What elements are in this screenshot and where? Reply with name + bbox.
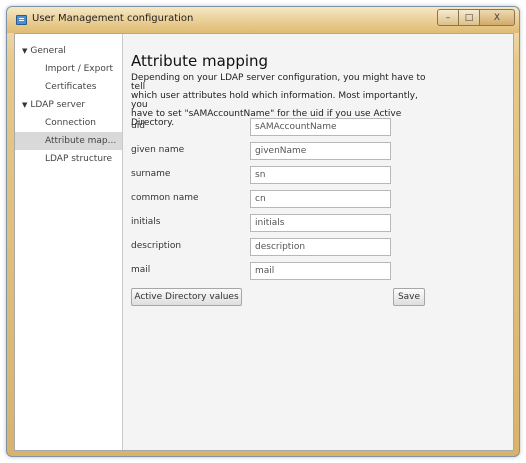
app-icon: [16, 15, 27, 25]
description-line: Depending on your LDAP server configurat…: [131, 73, 426, 92]
expand-arrow-icon[interactable]: ▼: [22, 96, 27, 114]
active-directory-values-button[interactable]: Active Directory values: [131, 288, 242, 306]
app-window: User Management configuration – □ X ▼ Gen…: [6, 6, 520, 457]
tree-item-general[interactable]: ▼ General: [15, 42, 122, 60]
form-row-description: description description: [131, 238, 393, 256]
description-line: which user attributes hold which informa…: [131, 91, 418, 110]
tree-item-ldap-server[interactable]: ▼ LDAP server: [15, 96, 122, 114]
surname-field[interactable]: sn: [250, 166, 391, 184]
tree-item-attribute-mapping[interactable]: Attribute map...: [15, 132, 122, 150]
tree-item-label: General: [30, 46, 66, 56]
form-row-uid: uid sAMAccountName: [131, 118, 393, 136]
uid-field[interactable]: sAMAccountName: [250, 118, 391, 136]
mail-field[interactable]: mail: [250, 262, 391, 280]
field-label: common name: [131, 193, 199, 203]
description-field[interactable]: description: [250, 238, 391, 256]
tree-item-ldap-structure[interactable]: LDAP structure: [15, 150, 122, 168]
given-name-field[interactable]: givenName: [250, 142, 391, 160]
window-controls: – □ X: [437, 9, 515, 26]
form-row-mail: mail mail: [131, 262, 393, 280]
field-label: description: [131, 241, 182, 251]
tree-item-import-export[interactable]: Import / Export: [15, 60, 122, 78]
field-label: mail: [131, 265, 151, 275]
field-label: surname: [131, 169, 171, 179]
field-label: uid: [131, 121, 145, 131]
navigation-tree: ▼ General Import / Export Certificates ▼ L…: [15, 34, 123, 450]
field-label: given name: [131, 145, 185, 155]
page-title: Attribute mapping: [131, 52, 269, 70]
minimize-button[interactable]: –: [437, 9, 458, 26]
maximize-button[interactable]: □: [458, 9, 479, 26]
common-name-field[interactable]: cn: [250, 190, 391, 208]
form-row-given-name: given name givenName: [131, 142, 393, 160]
title-bar[interactable]: User Management configuration – □ X: [7, 7, 519, 33]
settings-panel: Attribute mapping Depending on your LDAP…: [131, 34, 513, 450]
expand-arrow-icon[interactable]: ▼: [22, 42, 27, 60]
tree-item-label: LDAP server: [30, 100, 86, 110]
close-button[interactable]: X: [479, 9, 515, 26]
window-title: User Management configuration: [32, 13, 194, 24]
tree-item-certificates[interactable]: Certificates: [15, 78, 122, 96]
form-row-initials: initials initials: [131, 214, 393, 232]
form-row-surname: surname sn: [131, 166, 393, 184]
save-button[interactable]: Save: [393, 288, 425, 306]
window-content: ▼ General Import / Export Certificates ▼ L…: [14, 33, 514, 451]
tree-item-connection[interactable]: Connection: [15, 114, 122, 132]
initials-field[interactable]: initials: [250, 214, 391, 232]
form-row-common-name: common name cn: [131, 190, 393, 208]
field-label: initials: [131, 217, 161, 227]
